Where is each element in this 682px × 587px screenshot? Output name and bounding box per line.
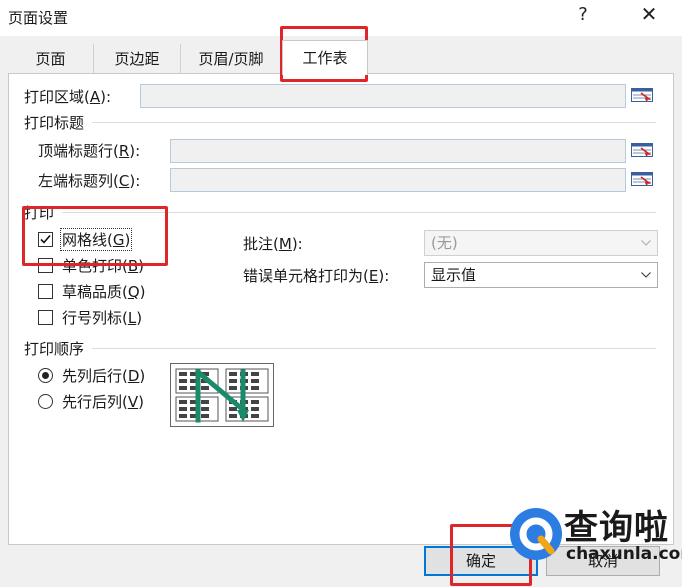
tab-header-footer[interactable]: 页眉/页脚 — [181, 44, 282, 74]
print-area-collapse-button[interactable] — [628, 84, 656, 106]
print-titles-separator — [92, 122, 656, 123]
page-order-separator — [92, 348, 656, 349]
watermark-logo-icon — [510, 508, 562, 560]
row-col-headings-label[interactable]: 行号列标(L) — [62, 307, 142, 328]
cell-errors-label: 错误单元格打印为(E): — [243, 267, 390, 285]
highlight-box-gridlines — [22, 206, 168, 266]
page-order-icon — [175, 368, 269, 423]
tab-margins[interactable]: 页边距 — [94, 44, 181, 74]
rows-to-repeat-label: 顶端标题行(R): — [38, 142, 141, 160]
close-button[interactable]: ✕ — [634, 2, 664, 26]
chevron-down-icon — [635, 231, 657, 255]
row-col-headings-checkbox[interactable] — [38, 310, 53, 325]
down-then-over-radio[interactable] — [38, 368, 53, 383]
rows-to-repeat-input[interactable] — [170, 139, 626, 163]
comments-select-value: (无) — [431, 234, 458, 252]
page-order-heading: 打印顺序 — [24, 340, 85, 358]
print-area-label: 打印区域(A): — [24, 88, 112, 106]
over-then-down-label[interactable]: 先行后列(V) — [62, 391, 144, 412]
watermark-url: chaxunla.com — [566, 544, 682, 564]
print-titles-heading: 打印标题 — [24, 114, 85, 132]
draft-quality-label[interactable]: 草稿品质(Q) — [62, 281, 146, 302]
help-button[interactable]: ? — [568, 4, 598, 25]
watermark-brand: 查询啦 — [564, 508, 669, 548]
down-then-over-label[interactable]: 先列后行(D) — [62, 365, 145, 386]
cell-errors-select[interactable]: 显示值 — [424, 262, 658, 288]
tab-page[interactable]: 页面 — [8, 44, 94, 74]
columns-to-repeat-input[interactable] — [170, 168, 626, 192]
tab-sheet[interactable]: 工作表 — [282, 40, 368, 75]
columns-collapse-button[interactable] — [628, 168, 656, 190]
range-select-icon — [631, 88, 653, 102]
draft-quality-checkbox[interactable] — [38, 284, 53, 299]
print-area-input[interactable] — [140, 84, 626, 108]
columns-to-repeat-label: 左端标题列(C): — [38, 172, 141, 190]
chevron-down-icon — [635, 263, 657, 287]
watermark: 查询啦 chaxunla.com — [508, 494, 682, 587]
rows-collapse-button[interactable] — [628, 139, 656, 161]
over-then-down-radio[interactable] — [38, 394, 53, 409]
range-select-icon — [631, 172, 653, 186]
range-select-icon — [631, 143, 653, 157]
page-setup-dialog: 页面设置 ? ✕ 页面 页边距 页眉/页脚 工作表 打印区域(A): 打印标题 … — [0, 0, 682, 587]
comments-select[interactable]: (无) — [424, 230, 658, 256]
page-order-preview — [170, 363, 274, 427]
cell-errors-select-value: 显示值 — [431, 266, 477, 284]
comments-label: 批注(M): — [243, 235, 303, 253]
radio-dot — [42, 372, 49, 379]
window-title: 页面设置 — [8, 9, 69, 27]
